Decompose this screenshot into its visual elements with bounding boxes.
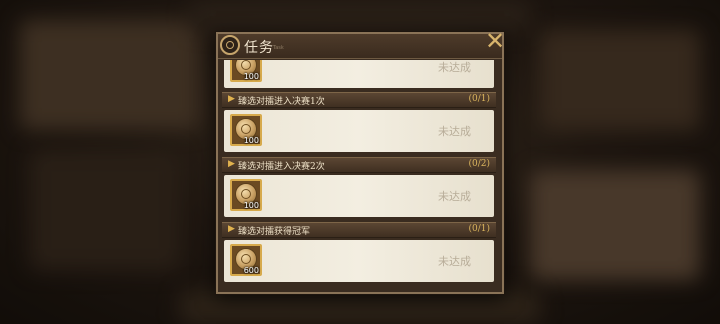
task-name: 臻选对擂获得冠军 [238,227,311,237]
reward-amount: 100 [243,72,259,81]
task-row-0: 100 未达成 [224,60,494,88]
reward-amount: 600 [243,266,259,275]
task-row-1: 100 未达成 [224,110,494,152]
task-name: 臻选对擂进入决赛2次 [238,162,325,172]
task-status: 未达成 [438,255,471,268]
task-header-3: ▶ 臻选对擂获得冠军 (0/1) [222,222,496,238]
task-name: 臻选对擂进入决赛1次 [238,97,325,107]
task-header-1: ▶ 臻选对擂进入决赛1次 (0/1) [222,92,496,108]
reward-amount: 100 [243,201,259,210]
reward-slot[interactable]: 100 [230,114,262,146]
triangle-bullet-icon: ▶ [228,224,235,234]
close-icon[interactable]: ✕ [484,29,506,53]
panel-header: 任务 Task [218,34,502,59]
task-row-2: 100 未达成 [224,175,494,217]
panel-subtitle: Task [273,45,284,51]
task-row-3: 600 未达成 [224,240,494,282]
task-status: 未达成 [438,61,471,74]
task-list[interactable]: 100 未达成 ▶ 臻选对擂进入决赛1次 (0/1) 100 未达成 ▶ 臻选对… [220,60,498,288]
reward-amount: 100 [243,136,259,145]
task-progress: (0/1) [468,224,490,234]
reward-slot[interactable]: 100 [230,179,262,211]
reward-slot[interactable]: 600 [230,244,262,276]
reward-slot[interactable]: 100 [230,60,262,82]
task-progress: (0/2) [468,159,490,169]
task-status: 未达成 [438,125,471,138]
triangle-bullet-icon: ▶ [228,94,235,104]
triangle-bullet-icon: ▶ [228,159,235,169]
task-header-2: ▶ 臻选对擂进入决赛2次 (0/2) [222,157,496,173]
panel-title: 任务 [244,40,274,56]
task-status: 未达成 [438,190,471,203]
task-emblem-icon [220,35,240,55]
task-panel: 任务 Task 100 未达成 ▶ 臻选对擂进入决赛1次 (0/1) 100 未… [216,32,504,294]
task-progress: (0/1) [468,94,490,104]
